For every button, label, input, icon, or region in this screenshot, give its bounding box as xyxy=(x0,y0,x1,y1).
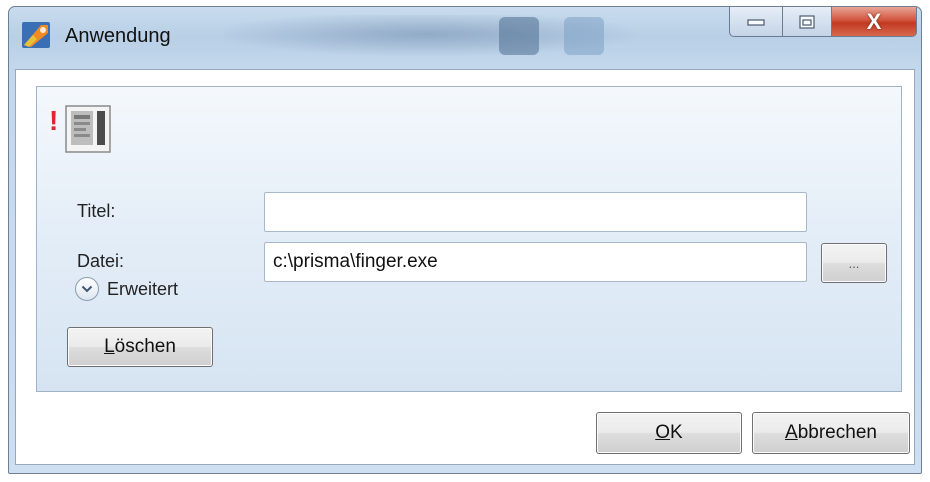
ok-button-accel: O xyxy=(655,422,671,443)
expander-toggle[interactable] xyxy=(75,277,99,301)
advanced-expander[interactable]: Erweitert xyxy=(75,277,178,301)
maximize-icon xyxy=(799,14,815,29)
window-title: Anwendung xyxy=(65,25,171,47)
delete-button-label: öschen xyxy=(114,336,176,357)
background-blur-dark xyxy=(499,17,539,55)
file-label: Datei: xyxy=(77,251,125,271)
dialog-window: Anwendung X ! Titel: Datei: c:\prisma\fi… xyxy=(8,6,922,474)
minimize-icon xyxy=(747,18,765,26)
close-button[interactable]: X xyxy=(831,7,917,37)
advanced-label: Erweitert xyxy=(107,278,179,299)
minimize-button[interactable] xyxy=(729,7,783,37)
close-icon: X xyxy=(866,8,882,34)
application-document-icon xyxy=(65,105,111,153)
cancel-button-label: bbrechen xyxy=(797,422,877,443)
cancel-button[interactable]: Abbrechen xyxy=(752,412,910,454)
file-path-input[interactable] xyxy=(264,242,807,282)
chevron-down-icon xyxy=(81,285,93,293)
title-label: Titel: xyxy=(77,201,116,221)
paint-app-icon xyxy=(22,22,50,48)
dialog-content: ! Titel: Datei: ... xyxy=(15,69,915,465)
background-blur-light xyxy=(564,17,604,55)
ok-button[interactable]: OK xyxy=(596,412,742,454)
maximize-button[interactable] xyxy=(782,7,832,37)
title-input[interactable] xyxy=(264,192,807,232)
title-bar[interactable]: Anwendung X xyxy=(9,7,921,69)
exclamation-icon: ! xyxy=(49,105,59,136)
browse-button[interactable]: ... xyxy=(821,243,887,283)
application-panel: ! Titel: Datei: ... xyxy=(36,86,902,392)
cancel-button-accel: A xyxy=(785,422,798,443)
delete-button-accel: L xyxy=(104,336,115,357)
browse-button-label: ... xyxy=(848,255,860,271)
ok-button-label: K xyxy=(670,422,683,443)
delete-button[interactable]: Löschen xyxy=(67,327,213,367)
